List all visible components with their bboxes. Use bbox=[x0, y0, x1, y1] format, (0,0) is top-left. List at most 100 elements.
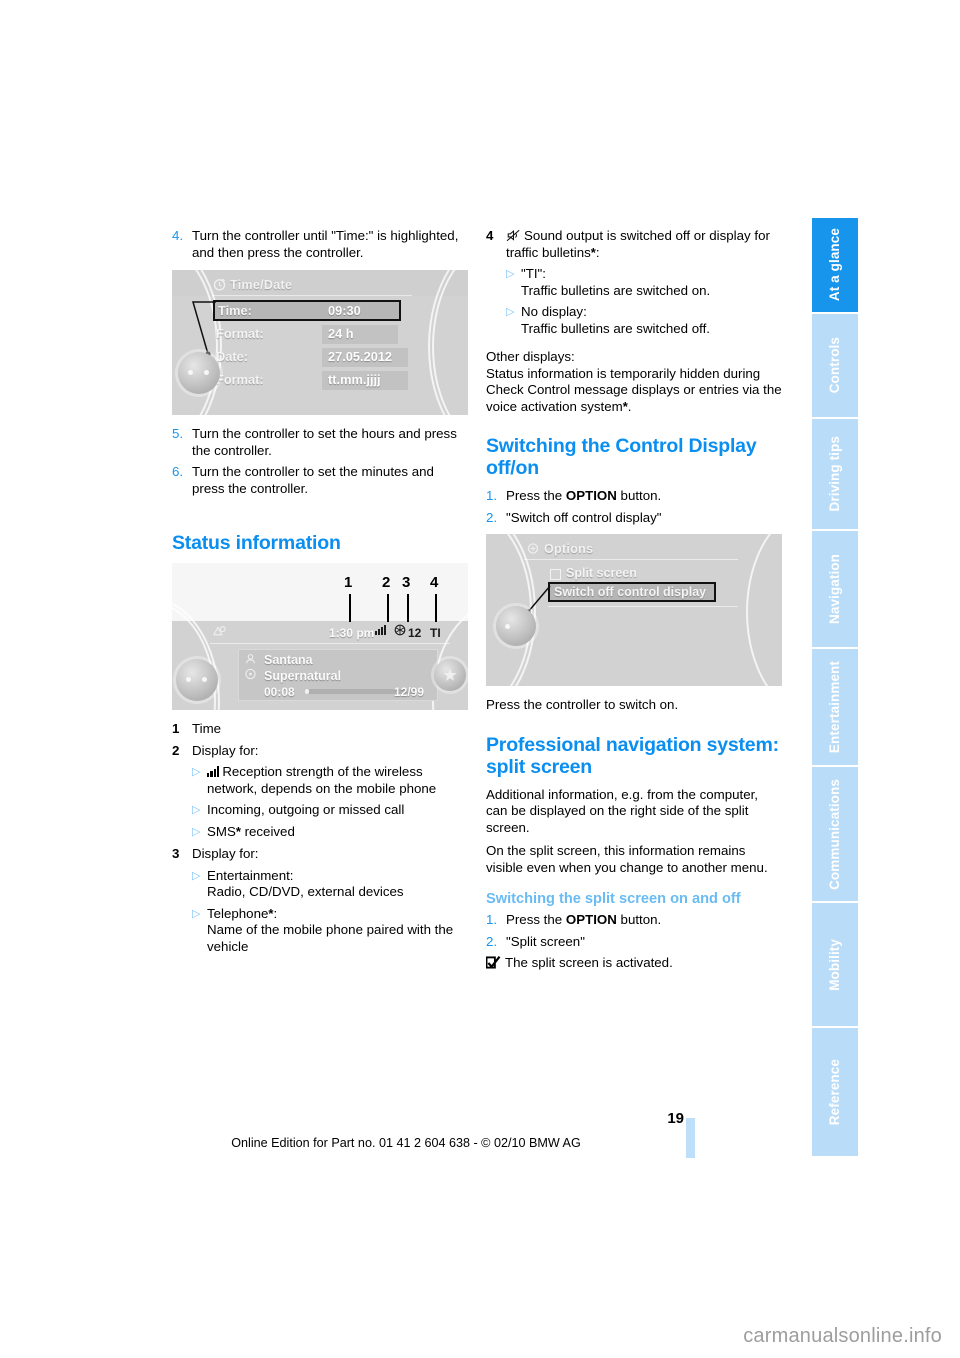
other-displays-body: Status information is temporarily hidden… bbox=[486, 365, 782, 414]
row-value-time: 09:30 bbox=[328, 303, 361, 318]
callout-3: 3 bbox=[402, 574, 411, 591]
controller-knob-right[interactable] bbox=[434, 659, 466, 691]
row-value-date[interactable]: 27.05.2012 bbox=[322, 348, 408, 367]
artist-icon bbox=[246, 654, 255, 664]
options-icon bbox=[527, 543, 539, 554]
bullet-text: No display: Traffic bulletins are switche… bbox=[521, 304, 710, 336]
callout-area bbox=[172, 563, 468, 621]
tab-label: Navigation bbox=[827, 553, 842, 624]
clock-icon bbox=[213, 278, 226, 291]
split-screen-paragraph-1: Additional information, e.g. from the co… bbox=[486, 786, 758, 835]
sidebar-item-at-a-glance[interactable]: At a glance bbox=[812, 218, 858, 314]
controller-knob[interactable] bbox=[496, 606, 536, 646]
skin-curve-right-1 bbox=[746, 534, 782, 686]
star-icon bbox=[443, 668, 457, 681]
screen-title: Time/Date bbox=[230, 278, 293, 292]
callout-1: 1 bbox=[344, 574, 353, 591]
note-text: The split screen is activated. bbox=[505, 955, 673, 970]
step-text: "Split screen" bbox=[506, 933, 585, 949]
status-time: 1:30 pm bbox=[329, 626, 375, 640]
split-screen-step-2: 2. "Split screen" bbox=[486, 934, 782, 951]
media-icon bbox=[212, 626, 226, 636]
item4-bullet-ti: ▷ "TI": Traffic bulletins are switched on… bbox=[486, 266, 782, 299]
legend-text: Sound output is switched off or display … bbox=[506, 228, 782, 261]
legend-number: 4 bbox=[486, 228, 494, 243]
bullet-triangle-icon: ▷ bbox=[192, 869, 201, 882]
bullet-triangle-icon: ▷ bbox=[192, 804, 201, 816]
split-screen-activated-note: The split screen is activated. bbox=[485, 955, 782, 974]
sidebar-item-navigation[interactable]: Navigation bbox=[812, 531, 858, 649]
controller-knob[interactable] bbox=[178, 352, 220, 394]
screen-title: Options bbox=[544, 542, 594, 556]
split-screen-paragraph-2: On the split screen, this information re… bbox=[486, 843, 768, 875]
sidebar-item-communications[interactable]: Communications bbox=[812, 767, 858, 903]
sidebar-item-driving-tips[interactable]: Driving tips bbox=[812, 419, 858, 531]
bullet-label: Reception strength of the wireless netwo… bbox=[207, 764, 437, 796]
controller-knob-left[interactable] bbox=[176, 659, 218, 701]
status-temperature: 12 bbox=[408, 626, 422, 640]
row-label-time-selected: Time: bbox=[218, 303, 252, 318]
legend-item-2: 2 Display for: bbox=[172, 743, 468, 760]
checkbox-checked-icon bbox=[485, 955, 505, 974]
watermark: carmanualsonline.info bbox=[743, 1325, 942, 1347]
tab-label: At a glance bbox=[827, 228, 842, 302]
step-number: 2. bbox=[486, 509, 498, 525]
step-text-pre: Press the bbox=[506, 488, 566, 503]
manual-page: At a glance Controls Driving tips Naviga… bbox=[0, 0, 960, 1358]
row-value-format1[interactable]: 24 h bbox=[322, 325, 398, 344]
step-text: Turn the controller to set the hours and… bbox=[192, 426, 457, 458]
status-information-screenshot: 1 2 3 4 1:30 pm 12 TI Santana Supernatur… bbox=[172, 563, 468, 710]
option-button-label: OPTION bbox=[565, 488, 617, 503]
sidebar-item-controls[interactable]: Controls bbox=[812, 314, 858, 419]
split-screen-checkbox[interactable] bbox=[550, 569, 561, 580]
step-text: Press the OPTION button. bbox=[506, 912, 782, 929]
step-text: Press the OPTION button. bbox=[506, 488, 782, 505]
legend-number: 2 bbox=[172, 742, 180, 758]
control-display-step-1: 1. Press the OPTION button. bbox=[486, 488, 782, 505]
legend-item-4: 4 Sound output is switched off or displa… bbox=[486, 228, 782, 261]
track-album: Supernatural bbox=[264, 669, 342, 683]
bullet-text: Incoming, outgoing or missed call bbox=[207, 802, 405, 817]
section-tabs: At a glance Controls Driving tips Naviga… bbox=[812, 218, 858, 1158]
sidebar-item-mobility[interactable]: Mobility bbox=[812, 903, 858, 1028]
tab-label: Reference bbox=[827, 1058, 842, 1126]
split-screen-subheading: Switching the split screen on and off bbox=[486, 891, 741, 907]
snowflake-temp-icon bbox=[394, 624, 406, 636]
legend-2-bullet-sms: ▷ SMS* received bbox=[172, 824, 468, 841]
legend-text: Display for: bbox=[192, 846, 259, 861]
bullet-text: "TI": Traffic bulletins are switched on. bbox=[521, 266, 711, 298]
legend-text: Display for: bbox=[192, 742, 259, 758]
options-screenshot: Options Split screen Switch off control … bbox=[486, 534, 782, 686]
sidebar-item-entertainment[interactable]: Entertainment bbox=[812, 649, 858, 767]
option-button-label: OPTION bbox=[565, 912, 617, 927]
legend-text: Time bbox=[192, 721, 222, 736]
signal-bars-icon bbox=[375, 625, 386, 635]
callout-2: 2 bbox=[382, 574, 391, 591]
step-number: 4. bbox=[172, 228, 184, 243]
callout-line-1 bbox=[349, 594, 351, 622]
timedate-screenshot: Time/Date Time: Format: Date: Format: Ti… bbox=[172, 270, 468, 415]
legend-number: 3 bbox=[172, 846, 180, 861]
control-display-step-2: 2. "Switch off control display" bbox=[486, 510, 782, 527]
track-count: 12/99 bbox=[394, 685, 425, 699]
step-4: 4. Turn the controller until "Time:" is … bbox=[172, 228, 468, 261]
status-information-heading: Status information bbox=[172, 532, 341, 554]
bullet-text: Entertainment: Radio, CD/DVD, external de… bbox=[207, 867, 404, 900]
sidebar-item-reference[interactable]: Reference bbox=[812, 1028, 858, 1156]
options-item-split-screen[interactable]: Split screen bbox=[566, 565, 637, 582]
tab-label: Driving tips bbox=[827, 436, 842, 512]
legend-3-bullet-entertainment: ▷ Entertainment: Radio, CD/DVD, external … bbox=[172, 868, 468, 901]
step-text-post: button. bbox=[616, 488, 662, 503]
album-icon bbox=[245, 668, 256, 680]
bullet-triangle-icon: ▷ bbox=[506, 268, 515, 280]
row-value-format2[interactable]: tt.mm.jjjj bbox=[322, 371, 408, 390]
step-text: Turn the controller to set the minutes a… bbox=[192, 464, 434, 496]
callout-line-2 bbox=[387, 594, 389, 622]
legend-2-bullet-signal: ▷ Reception strength of the wireless net… bbox=[172, 764, 468, 797]
tab-label: Mobility bbox=[827, 938, 842, 991]
step-text: "Switch off control display" bbox=[506, 509, 662, 525]
other-displays-lead: Other displays: bbox=[486, 349, 575, 364]
options-list-divider bbox=[548, 606, 738, 607]
footer-accent-marker bbox=[686, 1118, 695, 1158]
track-elapsed: 00:08 bbox=[264, 685, 295, 699]
